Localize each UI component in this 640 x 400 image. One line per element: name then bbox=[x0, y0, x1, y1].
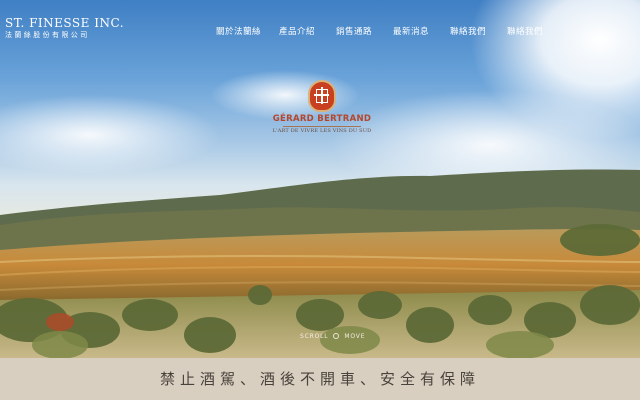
main-nav: 關於法蘭絲 產品介紹 銷售通路 最新消息 聯絡我們 聯絡我們 bbox=[0, 25, 640, 39]
nav-item-contact-a[interactable]: 聯絡我們 bbox=[450, 25, 486, 37]
move-label: MOVE bbox=[344, 333, 366, 340]
warning-footer: 禁止酒駕、酒後不開車、安全有保障 bbox=[0, 358, 640, 400]
nav-item-about[interactable]: 關於法蘭絲 bbox=[216, 25, 261, 37]
logo-tagline: L'ART DE VIVRE LES VINS DU SUD bbox=[272, 128, 372, 134]
scroll-dot-icon bbox=[333, 333, 340, 339]
nav-item-products[interactable]: 產品介紹 bbox=[279, 25, 315, 37]
nav-item-news[interactable]: 最新消息 bbox=[393, 25, 429, 37]
crest-icon bbox=[308, 80, 336, 112]
scroll-indicator[interactable]: SCROLL MOVE bbox=[300, 333, 365, 340]
logo-divider bbox=[283, 126, 361, 127]
scroll-label: SCROLL bbox=[300, 333, 329, 340]
gerard-bertrand-logo: GÉRARD BERTRAND L'ART DE VIVRE LES VINS … bbox=[272, 80, 372, 134]
logo-brand-name: GÉRARD BERTRAND bbox=[272, 114, 372, 124]
nav-item-channels[interactable]: 銷售通路 bbox=[336, 25, 372, 37]
landscape-illustration bbox=[0, 169, 640, 358]
nav-item-contact-b[interactable]: 聯絡我們 bbox=[507, 25, 543, 37]
top-navigation-bar: ST. FINESSE INC. 法蘭絲股份有限公司 關於法蘭絲 產品介紹 銷售… bbox=[0, 0, 640, 50]
hero-banner bbox=[0, 0, 640, 358]
drink-drive-warning: 禁止酒駕、酒後不開車、安全有保障 bbox=[159, 370, 480, 388]
